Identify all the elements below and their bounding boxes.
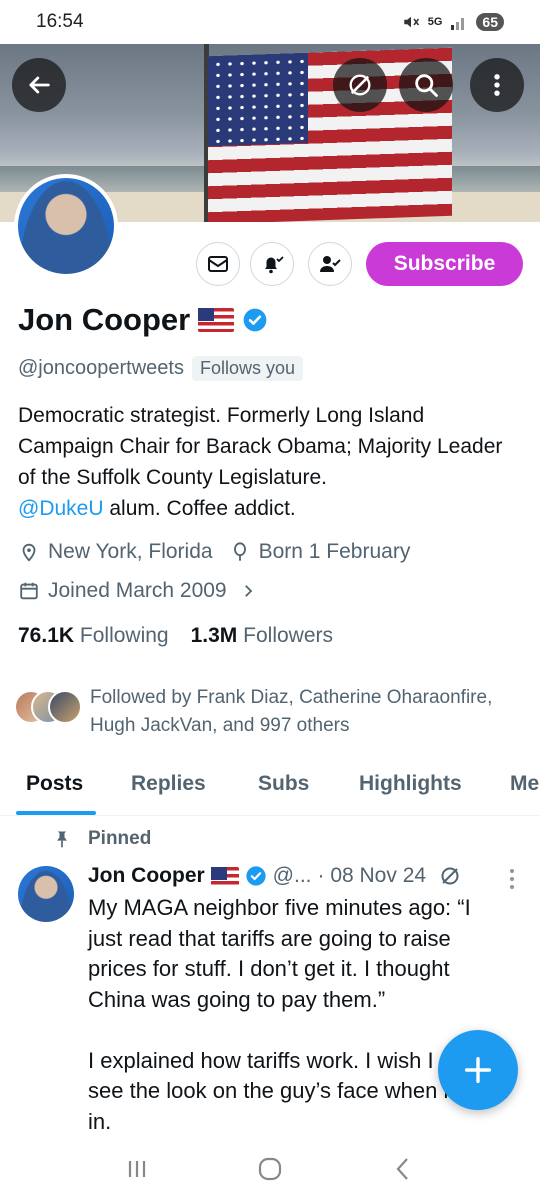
network-label: 5G [427,16,443,28]
search-button[interactable] [399,58,453,112]
profile-joined: Joined March 2009 [48,579,227,602]
tab-posts[interactable]: Posts [26,772,83,796]
grok-button[interactable] [333,58,387,112]
subscribe-button[interactable]: Subscribe [366,242,523,286]
status-time: 16:54 [36,11,84,32]
post-date: · 08 Nov 24 [317,864,427,887]
status-icons: 5G 65 [402,13,504,31]
followed-by-row[interactable]: Followed by Frank Diaz, Catherine Oharao… [14,684,510,740]
follower-avatar [48,690,82,724]
following-count: 76.1K [18,624,75,647]
arrow-left-icon [29,76,50,94]
follows-you-badge: Follows you [191,356,303,381]
followed-by-text: Followed by Frank Diaz, Catherine Oharao… [90,687,493,736]
verified-badge-icon[interactable] [242,307,268,333]
bio-suffix: alum. Coffee addict. [103,497,296,520]
profile-tabs: Posts Replies Subs Highlights Me [0,760,540,816]
pin-icon [57,831,67,848]
active-tab-indicator [16,811,96,815]
chevron-right-icon [244,585,252,597]
tab-replies[interactable]: Replies [131,772,206,796]
post-author-handle: @... [272,864,312,887]
tab-subs[interactable]: Subs [258,772,309,796]
mute-icon [403,16,419,28]
android-nav-bar [0,1138,540,1199]
profile-name: Jon Cooper [18,302,191,337]
mail-icon [208,256,228,272]
more-vertical-icon [494,74,500,96]
following-stat[interactable]: 76.1K Following [18,624,169,648]
tab-media[interactable]: Me [510,772,539,796]
post-header: Jon Cooper @... · 08 Nov 24 [88,864,462,888]
back-button[interactable] [12,58,66,112]
pinned-indicator: Pinned [52,828,151,850]
joined-row[interactable]: Joined March 2009 [18,579,257,603]
profile-location: New York, Florida [48,540,213,563]
tab-highlights[interactable]: Highlights [359,772,462,796]
recent-apps-icon[interactable] [122,1154,152,1184]
notifications-button[interactable] [250,242,294,286]
us-flag-icon [198,308,235,332]
post-more-icon[interactable] [502,866,522,892]
more-options-button[interactable] [470,58,524,112]
profile-name-row: Jon Cooper [18,302,268,338]
followed-by-avatars [14,690,82,730]
grok-icon [349,74,371,96]
pinned-label: Pinned [88,828,152,849]
bell-check-icon [265,256,284,274]
bio-text: Democratic strategist. Formerly Long Isl… [18,404,503,489]
calendar-icon [20,582,38,600]
following-button[interactable] [308,242,352,286]
profile-avatar[interactable] [14,174,118,278]
back-nav-icon[interactable] [388,1154,418,1184]
plus-icon [464,1056,492,1084]
followers-label: Followers [243,624,333,647]
person-check-icon [320,256,341,272]
following-label: Following [79,624,169,647]
balloon-icon [233,542,246,561]
profile-birthday: Born 1 February [258,540,411,563]
message-button[interactable] [196,242,240,286]
status-bar: 16:54 5G 65 [0,0,540,44]
bio-mention-link[interactable]: @DukeU [18,497,104,520]
home-icon[interactable] [255,1154,285,1184]
location-pin-icon [22,543,36,562]
search-icon [415,74,438,97]
followers-count: 1.3M [190,624,238,647]
signal-icon [451,18,465,30]
post-author-name[interactable]: Jon Cooper [88,864,205,888]
profile-handle: @joncoopertweets [18,357,184,379]
compose-post-button[interactable] [438,1030,518,1110]
grok-icon[interactable] [438,864,462,888]
verified-badge-icon [246,866,266,886]
battery-icon: 65 [476,13,504,31]
post-text: My MAGA neighbor five minutes ago: “I ju… [88,895,507,1134]
us-flag-icon [210,866,239,886]
profile-bio: Democratic strategist. Formerly Long Isl… [18,400,518,524]
followers-stat[interactable]: 1.3M Followers [191,624,333,648]
follow-stats: 76.1K Following 1.3M Followers [18,624,333,648]
handle-row: @joncoopertweets Follows you [18,356,303,381]
post-author-avatar[interactable] [18,866,74,922]
location-birthday-row: New York, Florida Born 1 February [18,540,410,564]
